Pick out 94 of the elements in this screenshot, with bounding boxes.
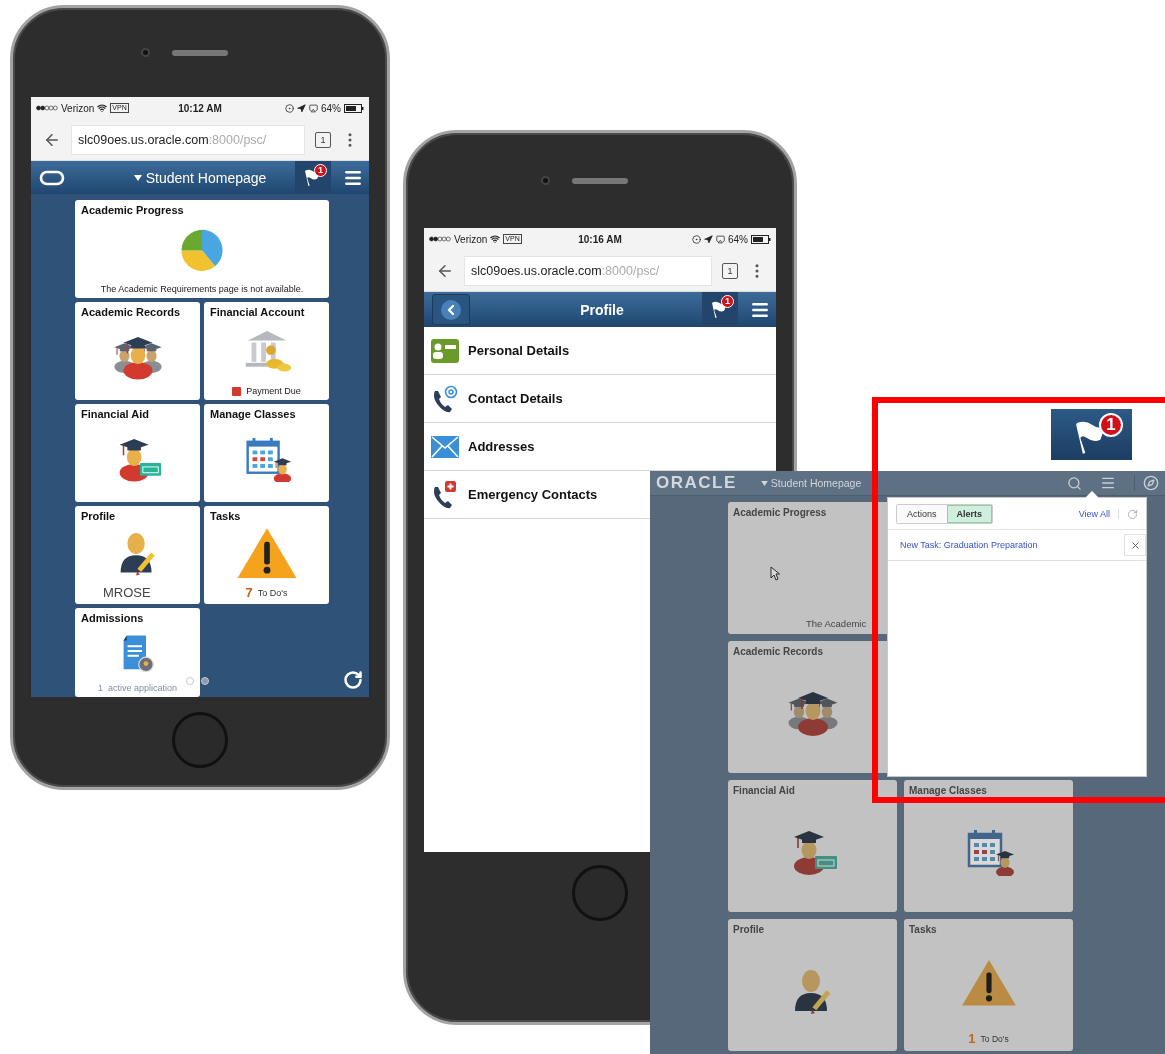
compass-icon[interactable] (1143, 475, 1159, 491)
wifi-icon (490, 234, 501, 244)
tile-note: The Academic Requirements page is not available. (100, 284, 304, 294)
page-dot[interactable] (186, 677, 194, 685)
tile-title: Academic Records (733, 646, 824, 657)
battery-icon (751, 234, 771, 244)
homepage-tile[interactable]: Financial Aid (728, 780, 897, 912)
alerts-button[interactable]: 1 (702, 292, 738, 327)
search-icon[interactable] (1067, 475, 1082, 491)
envelope-icon (431, 435, 459, 458)
alert-link[interactable]: New Task: Graduation Preparation (900, 540, 1038, 550)
count-number: 1 (968, 1031, 976, 1046)
tile-title: Academic Records (81, 306, 181, 318)
tab-count-button[interactable]: 1 (722, 262, 738, 279)
user-name-text: MROSE (103, 585, 151, 600)
mouse-cursor-icon (770, 566, 780, 581)
panel-tab[interactable]: Actions (897, 505, 947, 523)
tile-title: Manage Classes (909, 785, 987, 796)
item-label: Personal Details (468, 343, 570, 358)
tile-title: Academic Progress (81, 204, 184, 216)
orientation-lock-icon (692, 234, 701, 244)
airplay-icon (716, 234, 725, 244)
oval-logo-icon[interactable] (39, 169, 65, 186)
count-label: To Do's (257, 587, 288, 598)
carrier-text: Verizon (454, 233, 488, 245)
panel-tab[interactable]: Alerts (946, 505, 993, 523)
homepage-tile[interactable]: Academic Progress The Academic Requirements page is not available. (75, 200, 329, 298)
page-title: Student Homepage (770, 477, 862, 489)
tile-note: The Academic (806, 618, 867, 629)
view-all-link[interactable]: View All (1078, 509, 1119, 519)
homepage-tile[interactable]: Tasks 1 To Do's (904, 919, 1073, 1051)
battery-icon (344, 103, 364, 113)
carrier-text: Verizon (61, 102, 95, 114)
homepage-tile[interactable]: Admissions 1 active application (75, 608, 200, 697)
battery-text: 64% (321, 102, 341, 114)
homepage-tile[interactable]: Profile (728, 919, 897, 1051)
phone-medical-icon (431, 480, 459, 509)
time-text: 10:12 AM (178, 102, 222, 114)
homepage-tile[interactable]: Manage Classes (904, 780, 1073, 912)
tile-title: Tasks (210, 510, 241, 522)
homepage-tile[interactable]: Profile MROSE (75, 506, 200, 604)
caret-icon (133, 174, 142, 181)
tile-title: Manage Classes (210, 408, 296, 420)
homepage-tile[interactable]: Financial Aid (75, 404, 200, 502)
tile-title: Tasks (909, 924, 937, 935)
item-label: Contact Details (468, 391, 563, 406)
close-icon (1129, 539, 1141, 551)
homepage-tile[interactable]: Financial Account Payment Due (204, 302, 329, 400)
homepage-tile[interactable]: Tasks 7 To Do's (204, 506, 329, 604)
battery-text: 64% (728, 233, 748, 245)
alert-count-badge: 1 (1099, 413, 1123, 437)
item-label: Emergency Contacts (468, 487, 598, 502)
tile-title: Financial Aid (733, 785, 795, 796)
signal-icon (36, 105, 58, 111)
airplay-icon (309, 103, 318, 113)
logo-text: ORACLE (656, 473, 737, 493)
time-text: 10:16 AM (578, 233, 622, 245)
payment-alert-text: Payment Due (246, 386, 301, 396)
count-label: To Do's (980, 1033, 1009, 1044)
homepage-tile[interactable]: Manage Classes (204, 404, 329, 502)
count-number: 7 (245, 585, 253, 600)
camera-icon (141, 48, 150, 57)
orientation-lock-icon (285, 103, 294, 113)
speaker-icon (172, 49, 228, 56)
tile-title: Academic Progress (733, 507, 827, 518)
location-arrow-icon (297, 103, 306, 113)
alerts-button[interactable]: 1 (295, 161, 331, 194)
alert-count-badge: 1 (314, 164, 327, 177)
count-number: 1 (97, 683, 103, 693)
tile-title: Financial Aid (81, 408, 150, 420)
url-field[interactable]: slc09oes.us.oracle.com:8000/psc/ (464, 255, 712, 286)
page-title: Student Homepage (145, 169, 267, 186)
homepage-tile[interactable]: Academic Records (75, 302, 200, 400)
caret-icon (760, 480, 768, 486)
phone-at-icon (431, 384, 459, 413)
alert-count-badge: 1 (721, 295, 734, 308)
url-field[interactable]: slc09oes.us.oracle.com:8000/psc/ (71, 124, 305, 155)
wifi-icon (97, 103, 108, 113)
location-arrow-icon (704, 234, 713, 244)
tile-title: Profile (81, 510, 116, 522)
page-title: Profile (580, 301, 624, 318)
camera-icon (541, 176, 550, 185)
alert-mark-icon (232, 386, 242, 396)
id-card-icon (431, 338, 459, 363)
tile-title: Profile (733, 924, 765, 935)
tile-title: Admissions (81, 612, 144, 624)
tile-title: Financial Account (210, 306, 305, 318)
tab-count-button[interactable]: 1 (315, 131, 331, 148)
item-label: Addresses (468, 439, 535, 454)
count-label: active application (108, 683, 178, 693)
speaker-icon (572, 177, 628, 184)
signal-icon (429, 236, 451, 242)
page-dot[interactable] (201, 677, 209, 685)
back-button[interactable] (432, 294, 470, 325)
